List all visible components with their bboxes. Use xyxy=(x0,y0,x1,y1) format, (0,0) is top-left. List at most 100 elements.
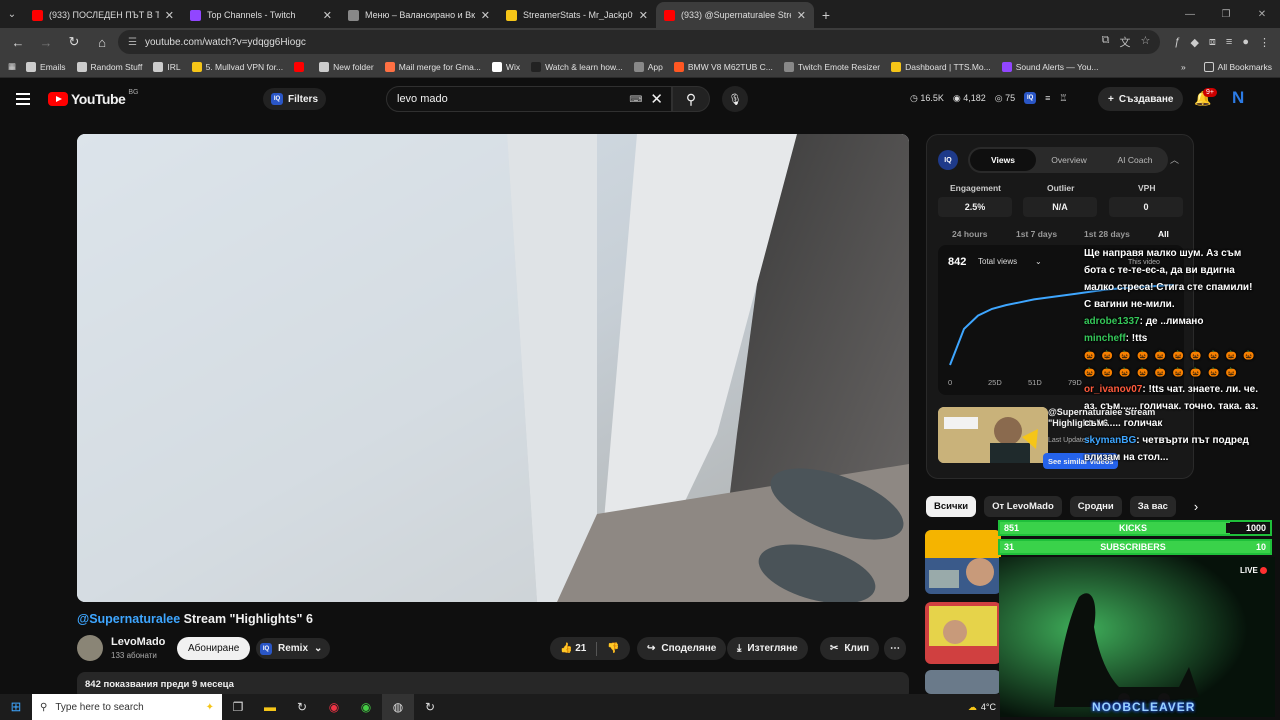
youtube-logo[interactable]: YouTube BG xyxy=(48,89,138,107)
chrome-icon[interactable]: ◉ xyxy=(350,694,382,720)
vidiq-icon: IQ xyxy=(271,93,283,105)
close-window-button[interactable]: ✕ xyxy=(1244,0,1280,28)
browser-tab[interactable]: (933) ПОСЛЕДЕН ПЪТ В ТЪРСЕ... ✕ xyxy=(24,2,182,28)
range-24h[interactable]: 24 hours xyxy=(952,229,987,239)
more-actions-button[interactable]: ⋯ xyxy=(884,637,906,660)
search-input[interactable]: levo mado ⌨ ✕ xyxy=(386,86,672,112)
tab-views[interactable]: Views xyxy=(970,149,1036,171)
new-tab-button[interactable]: + xyxy=(814,2,838,28)
file-explorer-icon[interactable]: ▬ xyxy=(254,694,286,720)
weather-widget[interactable]: ☁ 4°C xyxy=(968,702,1000,713)
bookmark-item[interactable]: Random Stuff xyxy=(76,61,142,72)
keyboard-icon[interactable]: ⌨ xyxy=(629,94,642,105)
chevron-right-icon[interactable]: › xyxy=(1184,499,1198,514)
obs-icon[interactable]: ◍ xyxy=(382,694,414,720)
extension-icon[interactable]: ƒ xyxy=(1174,36,1180,49)
download-button[interactable]: ⤓ Изтегляне xyxy=(727,637,808,660)
back-button[interactable]: ← xyxy=(6,30,30,54)
bookmark-item[interactable] xyxy=(294,61,308,72)
close-tab-icon[interactable]: ✕ xyxy=(797,9,806,22)
voice-search-button[interactable]: 🎙 xyxy=(722,86,748,112)
bookmark-item[interactable]: 5. Mullvad VPN for... xyxy=(191,61,283,72)
related-video-thumbnail[interactable] xyxy=(925,530,1001,594)
dislike-button[interactable]: 👎 xyxy=(607,643,619,654)
bookmark-item[interactable]: BMW V8 M62TUB C... xyxy=(673,61,773,72)
bookmark-item[interactable]: Mail merge for Gma... xyxy=(384,61,481,72)
search-button[interactable]: ⚲ xyxy=(672,86,710,112)
browser-tab[interactable]: Top Channels - Twitch ✕ xyxy=(182,2,340,28)
app-icon[interactable]: ↻ xyxy=(286,694,318,720)
browser-tab[interactable]: StreamerStats - Mr_Jackp0t Pro... ✕ xyxy=(498,2,656,28)
reload-button[interactable]: ↻ xyxy=(62,30,86,54)
bookmark-item[interactable]: Sound Alerts — You... xyxy=(1001,61,1098,72)
chip-related[interactable]: Сродни xyxy=(1069,496,1122,517)
bookmark-item[interactable]: Watch & learn how... xyxy=(531,61,623,72)
close-tab-icon[interactable]: ✕ xyxy=(165,9,174,22)
bookmark-item[interactable]: Dashboard | TTS.Mo... xyxy=(891,61,991,72)
collapse-icon[interactable]: ︿ xyxy=(1170,153,1179,166)
close-tab-icon[interactable]: ✕ xyxy=(639,9,648,22)
app-icon[interactable]: ↻ xyxy=(414,694,446,720)
title-mention-link[interactable]: @Supernaturalee xyxy=(77,612,180,626)
range-7d[interactable]: 1st 7 days xyxy=(1016,229,1057,239)
share-button[interactable]: ↪ Споделяне xyxy=(637,637,727,660)
extensions-puzzle-icon[interactable]: ⧈ xyxy=(1209,36,1216,49)
like-button[interactable]: 👍 21 xyxy=(560,643,586,654)
forward-button[interactable]: → xyxy=(34,30,58,54)
related-video-thumbnail[interactable] xyxy=(925,602,1001,664)
omnibox[interactable]: ☰ youtube.com/watch?v=ydqgg6Hiogc ⧉ 文 ☆ xyxy=(118,30,1161,54)
list-icon[interactable]: ≡ xyxy=(1045,93,1050,103)
more-menu-icon[interactable]: ⋮ xyxy=(1259,36,1270,49)
all-bookmarks-button[interactable]: » All Bookmarks xyxy=(1181,61,1272,72)
browser-tab[interactable]: Меню – Валансирано и Вкусно... ✕ xyxy=(340,2,498,28)
cast-icon[interactable]: ⧉ xyxy=(1102,34,1110,50)
home-button[interactable]: ⌂ xyxy=(90,30,114,54)
trophy-icon[interactable]: ♖ xyxy=(1059,93,1067,104)
translate-icon[interactable]: 文 xyxy=(1119,34,1130,50)
site-info-icon[interactable]: ☰ xyxy=(128,37,137,48)
dropdown-chevron-icon[interactable]: ⌄ xyxy=(1035,257,1042,266)
bookmark-item[interactable]: New folder xyxy=(319,61,374,72)
tab-overview[interactable]: Overview xyxy=(1036,149,1102,171)
subscribe-button[interactable]: Абониране xyxy=(177,637,251,660)
profile-icon[interactable]: ● xyxy=(1242,36,1249,49)
bookmark-star-icon[interactable]: ☆ xyxy=(1140,34,1150,50)
task-view-icon[interactable]: ❐ xyxy=(222,694,254,720)
browser-tab[interactable]: (933) @Supernaturalee Stre... ✕ xyxy=(656,2,814,28)
chip-all[interactable]: Всички xyxy=(926,496,977,517)
remix-button[interactable]: IQ Remix ⌄ xyxy=(256,638,331,659)
chip-for-you[interactable]: За вас xyxy=(1129,496,1176,517)
minimize-button[interactable]: — xyxy=(1172,0,1208,28)
close-tab-icon[interactable]: ✕ xyxy=(323,9,332,22)
bookmark-item[interactable]: App xyxy=(633,61,663,72)
reading-list-icon[interactable]: ≡ xyxy=(1226,36,1232,49)
range-all[interactable]: All xyxy=(1158,229,1169,239)
bookmark-item[interactable]: Emails xyxy=(26,61,66,72)
chrome-icon[interactable]: ◉ xyxy=(318,694,350,720)
bookmark-item[interactable]: Twitch Emote Resizer xyxy=(783,61,880,72)
range-28d[interactable]: 1st 28 days xyxy=(1084,229,1130,239)
related-video-thumbnail[interactable] xyxy=(925,670,1001,694)
filters-button[interactable]: IQ Filters xyxy=(263,88,327,110)
apps-grid-icon[interactable]: ▦ xyxy=(8,61,16,72)
extension-icon[interactable]: ◆ xyxy=(1190,36,1198,49)
close-tab-icon[interactable]: ✕ xyxy=(481,9,490,22)
windows-start-icon[interactable]: ⊞ xyxy=(0,694,32,720)
recommend-thumbnail[interactable] xyxy=(938,407,1048,463)
channel-name[interactable]: LevoMado xyxy=(111,636,165,648)
menu-icon[interactable] xyxy=(16,93,30,105)
tab-search-button[interactable]: ⌄ xyxy=(0,0,24,28)
bookmark-item[interactable]: IRL xyxy=(153,61,181,72)
clear-search-icon[interactable]: ✕ xyxy=(650,90,663,108)
bookmark-item[interactable]: Wix xyxy=(491,61,520,72)
video-player[interactable] xyxy=(77,134,909,602)
vidiq-icon[interactable]: IQ xyxy=(1024,92,1037,104)
create-button[interactable]: + Създаване xyxy=(1098,87,1184,111)
maximize-button[interactable]: ❐ xyxy=(1208,0,1244,28)
channel-avatar[interactable] xyxy=(77,635,103,661)
chip-from-channel[interactable]: От LevoMado xyxy=(984,496,1062,517)
taskbar-search[interactable]: ⚲ Type here to search ✦ xyxy=(32,694,222,720)
account-avatar[interactable]: N xyxy=(1232,88,1244,108)
clip-button[interactable]: ✂ Клип xyxy=(820,637,880,660)
tab-ai-coach[interactable]: AI Coach xyxy=(1102,149,1168,171)
